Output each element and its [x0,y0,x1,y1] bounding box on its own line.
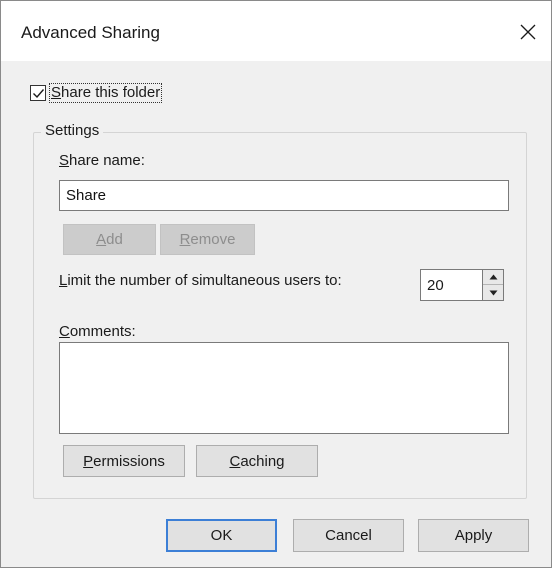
cancel-button[interactable]: Cancel [293,519,404,552]
spin-up-icon [489,274,497,280]
settings-legend: Settings [41,122,104,139]
share-folder-label[interactable]: Share this folder [49,83,163,103]
limit-users-label: Limit the number of simultaneous users t… [59,272,342,289]
apply-button[interactable]: Apply [418,519,529,552]
share-folder-checkbox-row[interactable]: Share this folder [30,83,163,103]
spin-down-icon [489,290,497,295]
comments-label: Comments: [59,323,136,340]
checkmark-icon [32,88,44,98]
window-title: Advanced Sharing [21,23,160,42]
user-limit-spinner[interactable]: 20 [420,269,508,301]
add-button[interactable]: Add [63,224,156,255]
title-bar: Advanced Sharing [1,1,551,61]
remove-button[interactable]: Remove [160,224,255,255]
spin-down-button[interactable] [483,285,503,300]
caching-button[interactable]: Caching [196,445,318,477]
spin-buttons [482,269,504,301]
close-button[interactable] [511,15,545,49]
advanced-sharing-dialog: Advanced Sharing Share this folder Setti… [0,0,552,568]
user-limit-input[interactable]: 20 [420,269,490,301]
spin-up-button[interactable] [483,270,503,285]
comments-textarea[interactable] [59,342,509,434]
ok-button[interactable]: OK [166,519,277,552]
share-folder-checkbox[interactable] [30,85,46,101]
share-name-label: Share name: [59,152,145,169]
permissions-button[interactable]: Permissions [63,445,185,477]
close-icon [520,24,536,40]
share-name-input[interactable]: Share [59,180,509,211]
